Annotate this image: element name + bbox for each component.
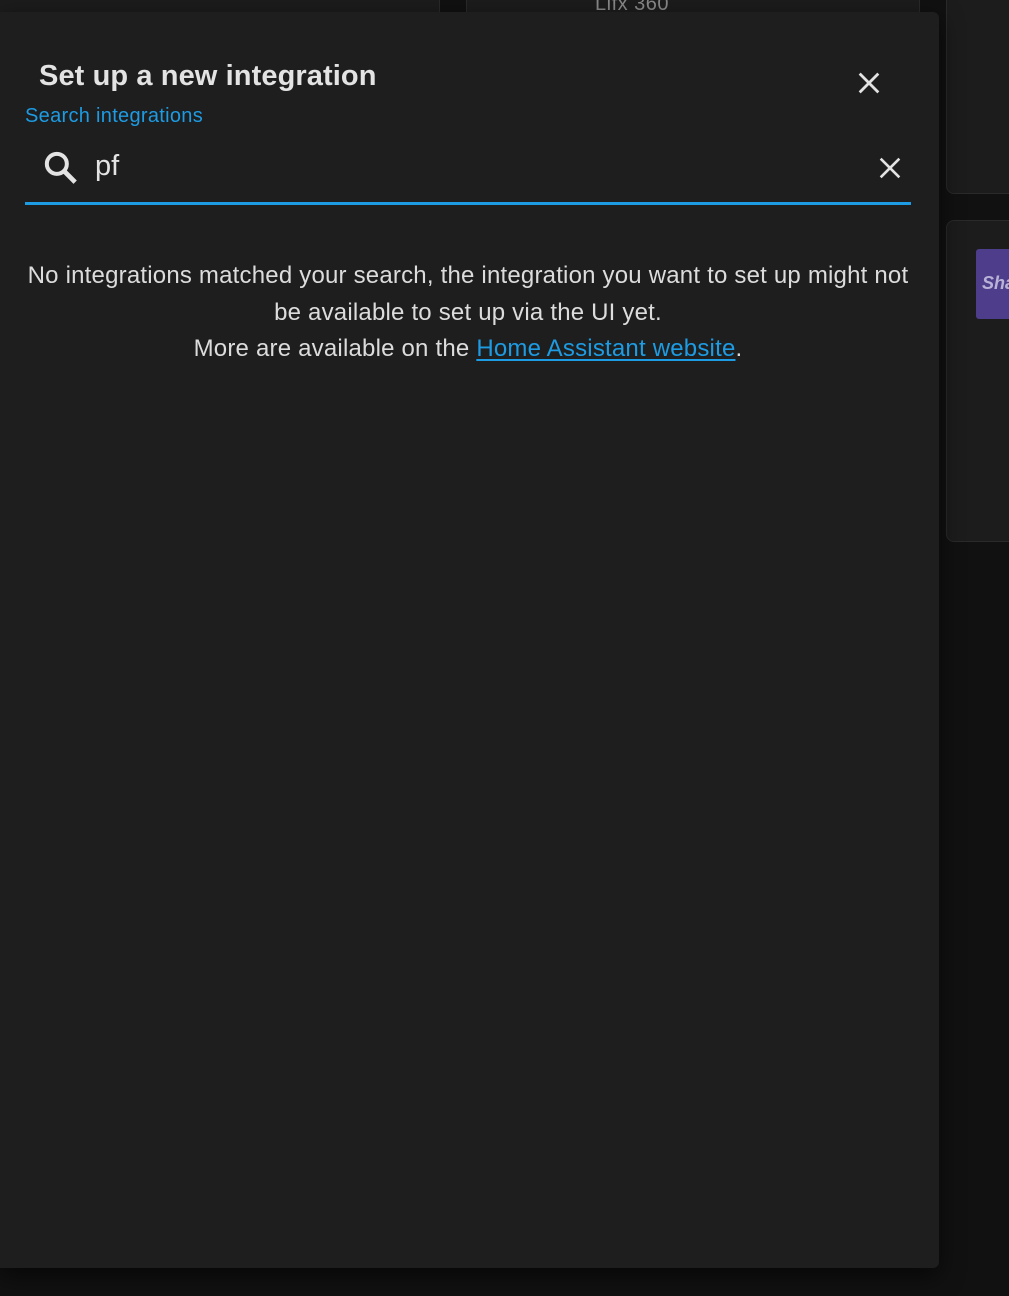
- close-icon: [879, 157, 901, 179]
- dialog-title: Set up a new integration: [39, 60, 377, 92]
- no-results-text: No integrations matched your search, the…: [27, 262, 909, 326]
- search-label: Search integrations: [25, 105, 204, 127]
- add-integration-dialog: Set up a new integration Search integrat…: [0, 12, 939, 1268]
- search-field[interactable]: Search integrations: [25, 104, 911, 205]
- background-card: [946, 0, 1009, 194]
- clear-search-button[interactable]: [870, 148, 910, 188]
- close-icon: [858, 72, 880, 94]
- search-underline: [25, 202, 911, 205]
- background-integration-logo: Sha: [976, 249, 1009, 319]
- no-results-message: No integrations matched your search, the…: [25, 258, 911, 368]
- home-assistant-website-link[interactable]: Home Assistant website: [476, 335, 735, 362]
- background-logo-text: Sha: [982, 273, 1009, 293]
- magnify-icon: [44, 151, 77, 184]
- close-dialog-button[interactable]: [848, 62, 890, 104]
- trailing-period: .: [735, 335, 743, 362]
- more-available-text: More are available on the: [193, 335, 477, 362]
- search-input[interactable]: [93, 144, 855, 188]
